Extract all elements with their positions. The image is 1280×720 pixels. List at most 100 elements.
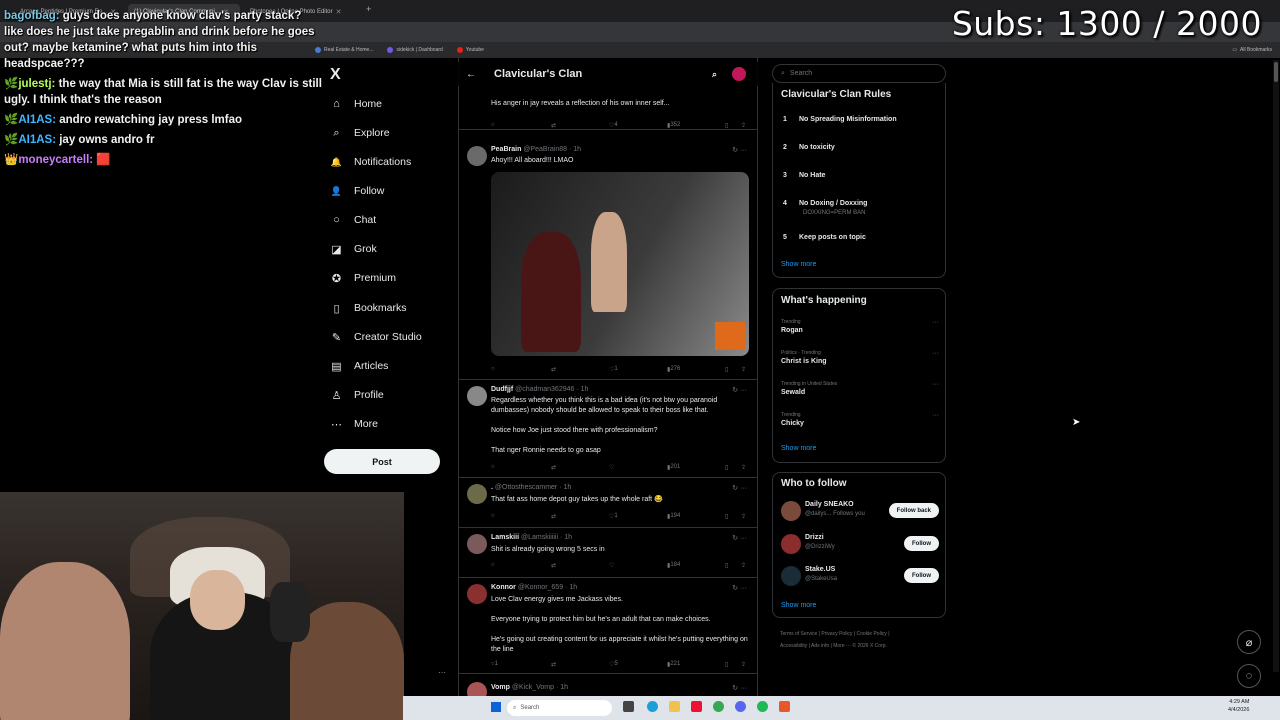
footer-link[interactable]: Terms of Service: [780, 631, 817, 637]
follow-suggestion[interactable]: Daily SNEAKO @dailys... Follows you Foll…: [781, 499, 939, 523]
repost-icon[interactable]: ⇄: [551, 366, 556, 373]
nav-bookmarks[interactable]: ▯ Bookmarks: [330, 297, 406, 319]
start-icon[interactable]: [491, 702, 501, 712]
nav-home[interactable]: ⌂ Home: [330, 93, 382, 115]
repost-icon[interactable]: ⇄: [551, 122, 556, 129]
repost-icon[interactable]: ⇄: [551, 513, 556, 520]
spotify-icon[interactable]: [757, 701, 768, 712]
nav-explore[interactable]: ⌕ Explore: [330, 122, 389, 144]
like-button[interactable]: ♡ 1: [609, 366, 618, 373]
more-icon[interactable]: ···: [932, 350, 939, 357]
reply-icon[interactable]: ○: [491, 464, 495, 470]
bookmark-icon[interactable]: ▯: [725, 464, 728, 471]
like-button[interactable]: ♡ 5: [609, 661, 618, 668]
post-video[interactable]: [491, 172, 749, 356]
views-count[interactable]: ▮ 276: [667, 366, 680, 373]
post-menu-icon[interactable]: ↻ ···: [732, 484, 747, 492]
nav-chat[interactable]: ○ Chat: [330, 209, 376, 231]
bookmark-icon[interactable]: ▯: [725, 513, 728, 520]
share-icon[interactable]: ⇪: [741, 366, 746, 373]
trend-item[interactable]: Trending in United States Sewald ···: [781, 381, 939, 396]
avatar[interactable]: [467, 386, 487, 406]
trend-item[interactable]: Politics · Trending Christ is King ···: [781, 350, 939, 365]
follow-back-button[interactable]: Follow back: [888, 503, 939, 518]
share-icon[interactable]: ⇪: [741, 464, 746, 471]
nav-profile[interactable]: ♙ Profile: [330, 384, 384, 406]
taskbar-clock[interactable]: 4:29 AM 4/4/2026: [1228, 698, 1249, 714]
follow-button[interactable]: Follow: [904, 536, 939, 551]
nav-more[interactable]: ⋯ More: [330, 413, 378, 435]
nav-articles[interactable]: ▤ Articles: [330, 355, 388, 377]
x-logo[interactable]: X: [330, 66, 341, 84]
feed-post[interactable]: Dudfjjf @chadman362946 · 1h ↻ ··· Regard…: [459, 380, 757, 478]
bookmark-icon[interactable]: ▯: [725, 661, 728, 668]
messages-float-button[interactable]: ◌: [1237, 664, 1261, 688]
more-icon[interactable]: ···: [932, 319, 939, 326]
reply-icon[interactable]: ○: [491, 562, 495, 568]
trend-item[interactable]: Trending Chicky ···: [781, 412, 939, 427]
all-bookmarks[interactable]: ▭ All Bookmarks: [1232, 47, 1272, 53]
search-input[interactable]: ⌕ Search: [772, 64, 946, 83]
avatar[interactable]: [781, 566, 801, 586]
views-count[interactable]: ▮ 184: [667, 562, 680, 569]
author-name[interactable]: Lamskiii: [491, 534, 519, 541]
bookmark-item[interactable]: sidekick | Dashboard: [387, 47, 443, 53]
avatar[interactable]: [467, 584, 487, 604]
author-name[interactable]: Vomp: [491, 684, 510, 691]
repost-icon[interactable]: ⇄: [551, 464, 556, 471]
repost-icon[interactable]: ⇄: [551, 661, 556, 668]
post-button[interactable]: Post: [324, 449, 440, 474]
reply-icon[interactable]: ○: [491, 513, 495, 519]
footer-link[interactable]: More ···: [833, 643, 851, 649]
rule-item[interactable]: 3 No Hate: [781, 172, 825, 179]
task-view-icon[interactable]: [623, 701, 634, 712]
trend-item[interactable]: Trending Rogan ···: [781, 319, 939, 334]
views-count[interactable]: ▮ 352: [667, 122, 680, 129]
follow-show-more-link[interactable]: Show more: [781, 602, 816, 609]
reply-icon[interactable]: ○: [491, 366, 495, 372]
page-scrollbar[interactable]: [1273, 60, 1279, 672]
post-menu-icon[interactable]: ↻ ···: [732, 684, 747, 692]
nav-grok[interactable]: ◪ Grok: [330, 238, 376, 260]
feed-post[interactable]: Vomp @Kick_Vomp · 1h ↻ ···: [459, 674, 757, 696]
share-icon[interactable]: ⇪: [741, 562, 746, 569]
avatar[interactable]: [467, 484, 487, 504]
author-name[interactable]: Dudfjjf: [491, 386, 513, 393]
views-count[interactable]: ▮ 221: [667, 661, 680, 668]
reply-button[interactable]: ○ 1: [491, 661, 498, 667]
scrollbar-thumb[interactable]: [1274, 62, 1278, 82]
repost-icon[interactable]: ⇄: [551, 562, 556, 569]
search-icon[interactable]: ⌕: [712, 69, 717, 80]
share-icon[interactable]: ⇪: [741, 122, 746, 129]
views-count[interactable]: ▮ 194: [667, 513, 680, 520]
post-menu-icon[interactable]: ↻ ···: [732, 146, 747, 154]
rules-show-more-link[interactable]: Show more: [781, 261, 816, 268]
follow-suggestion[interactable]: Drizzi @DrizziWy Follow: [781, 532, 939, 556]
obs-icon[interactable]: [779, 701, 790, 712]
back-arrow-icon[interactable]: ←: [466, 69, 476, 80]
feed-post[interactable]: PeaBrain @PeaBrain88 · 1h ↻ ··· Ahoy!!! …: [459, 140, 757, 380]
avatar[interactable]: [467, 682, 487, 696]
more-icon[interactable]: ···: [932, 381, 939, 388]
footer-link[interactable]: Privacy Policy: [821, 631, 852, 637]
post-menu-icon[interactable]: ↻ ···: [732, 534, 747, 542]
more-icon[interactable]: ···: [932, 412, 939, 419]
author-name[interactable]: Konnor: [491, 584, 516, 591]
share-icon[interactable]: ⇪: [741, 513, 746, 520]
avatar[interactable]: [467, 534, 487, 554]
views-count[interactable]: ▮ 201: [667, 464, 680, 471]
follow-suggestion[interactable]: Stake.US @StakeUsa Follow: [781, 564, 939, 588]
bookmark-item[interactable]: Real Estate & Home...: [315, 47, 373, 53]
discord-icon[interactable]: [735, 701, 746, 712]
nav-creator-studio[interactable]: ✎ Creator Studio: [330, 326, 422, 348]
footer-link[interactable]: Cookie Policy: [857, 631, 887, 637]
close-icon[interactable]: ✕: [336, 8, 342, 16]
like-button[interactable]: ♡: [609, 464, 614, 471]
rule-item[interactable]: 5 Keep posts on topic: [781, 234, 866, 241]
footer-link[interactable]: Accessibility: [780, 643, 807, 649]
rule-item[interactable]: 2 No toxicity: [781, 144, 835, 151]
chrome-icon[interactable]: [713, 701, 724, 712]
edge-icon[interactable]: [647, 701, 658, 712]
nav-premium[interactable]: ✪ Premium: [330, 267, 396, 289]
author-name[interactable]: .: [491, 484, 493, 491]
